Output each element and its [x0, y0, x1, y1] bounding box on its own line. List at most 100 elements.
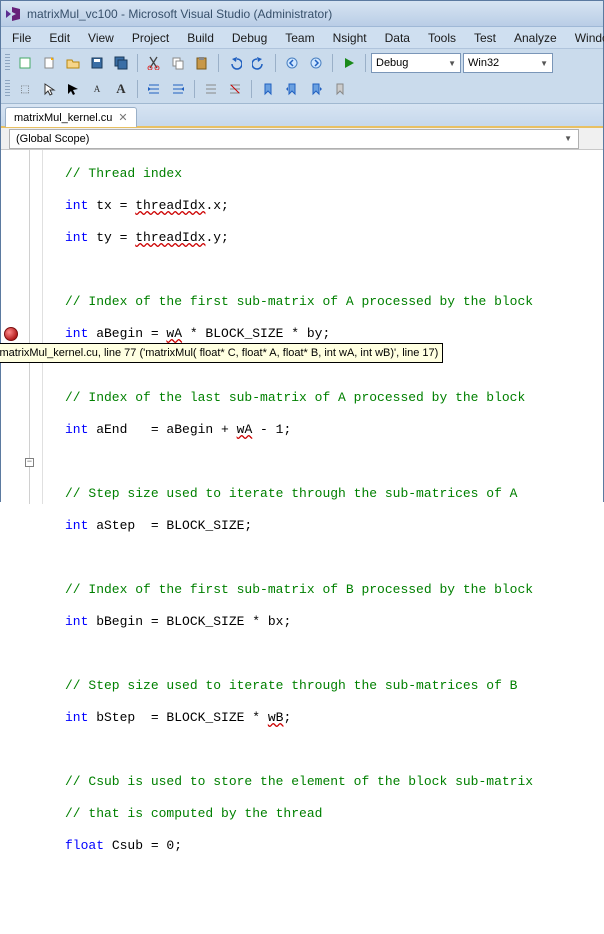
titlebar: matrixMul_vc100 - Microsoft Visual Studi… — [1, 1, 603, 27]
toolbar-grip-icon[interactable] — [5, 80, 10, 98]
uncomment-button[interactable] — [224, 78, 246, 100]
code-kw: int — [65, 422, 88, 437]
outdent-button[interactable] — [167, 78, 189, 100]
code-comment: // Index of the last sub-matrix of A pro… — [65, 390, 525, 405]
cursor-button[interactable] — [38, 78, 60, 100]
code-text: * BLOCK_SIZE * by; — [182, 326, 330, 341]
toolbar-separator — [218, 54, 219, 72]
copy-button[interactable] — [167, 52, 189, 74]
toolbar-separator — [332, 54, 333, 72]
code-text: bBegin = BLOCK_SIZE * bx; — [88, 614, 291, 629]
prev-bookmark-button[interactable] — [281, 78, 303, 100]
comment-button[interactable] — [200, 78, 222, 100]
menu-tools[interactable]: Tools — [421, 29, 463, 47]
toolbar-separator — [365, 54, 366, 72]
code-area[interactable]: // Thread index int tx = threadIdx.x; in… — [43, 150, 603, 504]
menu-team[interactable]: Team — [278, 29, 321, 47]
code-text: bStep = BLOCK_SIZE * — [88, 710, 267, 725]
code-text: ty = — [88, 230, 135, 245]
clear-bookmarks-button[interactable] — [329, 78, 351, 100]
outline-collapse-icon[interactable]: − — [25, 458, 34, 467]
code-kw: int — [65, 230, 88, 245]
menubar: File Edit View Project Build Debug Team … — [1, 27, 603, 49]
code-comment: // Step size used to iterate through the… — [65, 678, 517, 693]
toolbar-separator — [275, 54, 276, 72]
code-text: .x; — [205, 198, 228, 213]
code-comment: // Step size used to iterate through the… — [65, 486, 517, 501]
bookmark-button[interactable] — [257, 78, 279, 100]
menu-test[interactable]: Test — [467, 29, 503, 47]
code-error: wA — [166, 326, 182, 341]
code-kw: float — [65, 838, 104, 853]
vs-logo-icon — [5, 6, 21, 22]
window-title: matrixMul_vc100 - Microsoft Visual Studi… — [27, 7, 332, 21]
save-all-button[interactable] — [110, 52, 132, 74]
toolbar-separator — [137, 54, 138, 72]
code-error: wB — [268, 710, 284, 725]
document-tabs: matrixMul_kernel.cu ✕ — [1, 104, 603, 128]
save-button[interactable] — [86, 52, 108, 74]
code-text: ; — [283, 710, 291, 725]
menu-nsight[interactable]: Nsight — [326, 29, 374, 47]
menu-edit[interactable]: Edit — [42, 29, 77, 47]
code-kw: int — [65, 614, 88, 629]
toolbar-separator — [137, 80, 138, 98]
toolbar-grip-icon[interactable] — [5, 54, 10, 72]
open-button[interactable] — [62, 52, 84, 74]
code-error: threadIdx — [135, 198, 205, 213]
code-kw: int — [65, 198, 88, 213]
menu-analyze[interactable]: Analyze — [507, 29, 564, 47]
config-value: Debug — [376, 57, 408, 69]
undo-button[interactable] — [224, 52, 246, 74]
code-kw: int — [65, 710, 88, 725]
code-error: threadIdx — [135, 230, 205, 245]
new-item-button[interactable] — [38, 52, 60, 74]
nav-back-button[interactable] — [281, 52, 303, 74]
bigtext-button[interactable]: A — [110, 78, 132, 100]
breakpoint-tooltip: At matrixMul_kernel.cu, line 77 ('matrix… — [0, 343, 443, 363]
hex-button[interactable]: ⬚ — [14, 78, 36, 100]
code-text: tx = — [88, 198, 135, 213]
toolbar-separator — [251, 80, 252, 98]
menu-project[interactable]: Project — [125, 29, 176, 47]
start-debug-button[interactable] — [338, 52, 360, 74]
smalltext-button[interactable]: A — [86, 78, 108, 100]
code-editor[interactable]: − // Thread index int tx = threadIdx.x; … — [1, 150, 603, 504]
tab-label: matrixMul_kernel.cu — [14, 112, 112, 124]
indent-button[interactable] — [143, 78, 165, 100]
chevron-down-icon: ▼ — [448, 59, 456, 68]
code-kw: int — [65, 518, 88, 533]
pointer-button[interactable] — [62, 78, 84, 100]
close-icon[interactable]: ✕ — [118, 111, 127, 124]
menu-debug[interactable]: Debug — [225, 29, 274, 47]
paste-button[interactable] — [191, 52, 213, 74]
nav-fwd-button[interactable] — [305, 52, 327, 74]
breakpoint-icon[interactable] — [4, 327, 18, 341]
code-text: Csub = 0; — [104, 838, 182, 853]
menu-build[interactable]: Build — [180, 29, 221, 47]
tab-kernel-cu[interactable]: matrixMul_kernel.cu ✕ — [5, 107, 137, 127]
scope-value: (Global Scope) — [16, 133, 89, 145]
platform-combo[interactable]: Win32 ▼ — [463, 53, 553, 73]
code-text: .y; — [205, 230, 228, 245]
scope-combo[interactable]: (Global Scope) ▼ — [9, 129, 579, 149]
code-error: wA — [237, 422, 253, 437]
new-project-button[interactable] — [14, 52, 36, 74]
scopebar: (Global Scope) ▼ — [1, 128, 603, 150]
redo-button[interactable] — [248, 52, 270, 74]
code-comment: // Thread index — [65, 166, 182, 181]
menu-file[interactable]: File — [5, 29, 38, 47]
menu-view[interactable]: View — [81, 29, 121, 47]
editor-gutter[interactable]: − — [1, 150, 43, 504]
chevron-down-icon: ▼ — [540, 59, 548, 68]
code-text: - 1; — [252, 422, 291, 437]
menu-window[interactable]: Window — [568, 29, 604, 47]
code-comment: // that is computed by the thread — [65, 806, 322, 821]
next-bookmark-button[interactable] — [305, 78, 327, 100]
menu-data[interactable]: Data — [378, 29, 417, 47]
code-comment: // Csub is used to store the element of … — [65, 774, 533, 789]
outline-guide — [29, 150, 30, 504]
cut-button[interactable] — [143, 52, 165, 74]
code-comment: // Index of the first sub-matrix of B pr… — [65, 582, 533, 597]
config-combo[interactable]: Debug ▼ — [371, 53, 461, 73]
